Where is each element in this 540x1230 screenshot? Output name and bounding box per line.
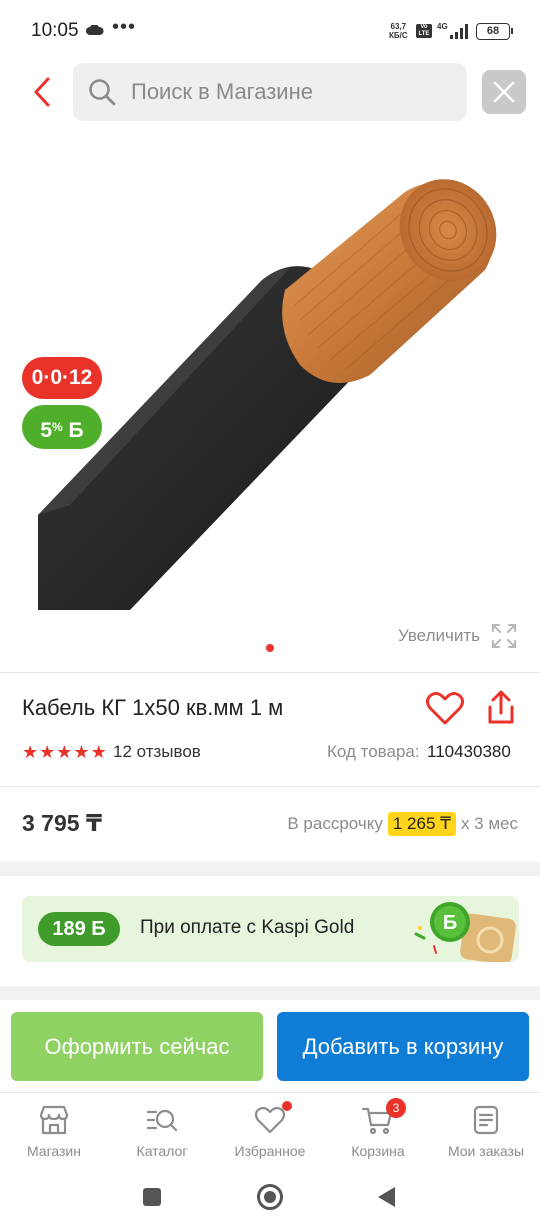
nav-label-cart: Корзина — [351, 1143, 405, 1159]
close-button[interactable] — [482, 70, 526, 114]
zoom-label: Увеличить — [398, 626, 480, 645]
section-divider — [0, 986, 540, 1000]
section-divider — [0, 862, 540, 876]
installment-badge: 0·0·12 — [22, 357, 102, 399]
status-bar: 10:05 ••• 63,7 КБ/С Vo LTE 4G 68 — [0, 0, 540, 62]
system-navigation-bar — [0, 1172, 540, 1230]
product-price: 3 795 ₸ — [22, 810, 102, 836]
nav-item-shop[interactable]: Магазин — [0, 1093, 108, 1172]
star-icon: ★ — [56, 742, 73, 762]
share-icon — [488, 690, 514, 724]
cart-count-badge: 3 — [386, 1098, 406, 1118]
sku-label: Код товара: — [327, 742, 420, 761]
battery-icon: 68 — [476, 23, 513, 40]
buy-now-button[interactable]: Оформить сейчас — [11, 1012, 263, 1081]
installment-suffix: х 3 мес — [460, 814, 518, 833]
bonus-badge-value: 5 — [40, 419, 53, 442]
product-title: Кабель КГ 1х50 кв.мм 1 м — [22, 695, 284, 720]
cloud-icon — [86, 25, 104, 35]
expand-icon — [492, 624, 516, 648]
bottom-navigation: Магазин Каталог Избранное 3 Корзина Мои … — [0, 1092, 540, 1172]
network-type: 4G — [437, 22, 448, 31]
star-icon: ★ — [73, 742, 90, 762]
nav-item-catalog[interactable]: Каталог — [108, 1093, 216, 1172]
catalog-icon — [146, 1109, 178, 1132]
rating-stars: ★ ★ ★ ★ ★ — [22, 741, 107, 763]
back-button[interactable] — [22, 70, 62, 114]
nav-item-orders[interactable]: Мои заказы — [432, 1093, 540, 1172]
nav-label-shop: Магазин — [26, 1143, 81, 1159]
network-speed-value: 63,7 — [390, 22, 407, 31]
notification-dot — [282, 1101, 292, 1111]
favorite-button[interactable] — [424, 688, 466, 730]
status-time: 10:05 — [31, 20, 79, 41]
orders-icon — [473, 1105, 499, 1135]
close-icon — [493, 81, 515, 103]
signal-icon — [450, 24, 468, 39]
bonus-badge: 5% Б — [22, 405, 102, 449]
sku-value: 110430380 — [427, 742, 511, 761]
recent-apps-icon[interactable] — [143, 1188, 161, 1206]
heart-outline-icon — [426, 692, 464, 725]
star-icon: ★ — [90, 742, 107, 762]
share-button[interactable] — [482, 688, 520, 728]
kaspi-gold-art-letter: Б — [443, 912, 457, 934]
image-pager-dot — [266, 644, 274, 652]
nav-label-favorites: Избранное — [234, 1143, 306, 1159]
nav-item-favorites[interactable]: Избранное — [216, 1093, 324, 1172]
more-notifications-icon: ••• — [112, 16, 137, 38]
kaspi-gold-illustration: Б — [414, 902, 516, 962]
installment-info: В рассрочку 1 265 ₸ х 3 мес — [287, 812, 518, 836]
search-bar[interactable] — [73, 63, 467, 121]
star-icon: ★ — [39, 742, 56, 762]
reviews-link[interactable]: 12 отзывов — [113, 742, 201, 762]
star-icon: ★ — [22, 742, 39, 762]
divider — [0, 786, 540, 787]
nav-item-cart[interactable]: 3 Корзина — [324, 1093, 432, 1172]
shop-icon — [39, 1105, 69, 1135]
installment-amount: 1 265 ₸ — [387, 812, 456, 836]
installment-prefix: В рассрочку — [287, 814, 383, 833]
kaspi-gold-banner[interactable]: 189 Б При оплате с Kaspi Gold Б — [22, 896, 519, 962]
bonus-badge-currency: Б — [68, 419, 84, 442]
divider — [0, 672, 540, 673]
bonus-chip: 189 Б — [38, 912, 120, 946]
network-speed: 63,7 КБ/С — [389, 22, 408, 40]
search-input[interactable] — [131, 63, 451, 121]
bonus-badge-percent: % — [52, 420, 63, 434]
back-triangle-icon[interactable] — [378, 1187, 395, 1207]
volte-icon: Vo LTE — [416, 24, 432, 38]
add-to-cart-button[interactable]: Добавить в корзину — [277, 1012, 529, 1081]
network-speed-unit: КБ/С — [389, 31, 408, 40]
home-icon[interactable] — [257, 1184, 283, 1210]
zoom-button[interactable]: Увеличить — [398, 622, 518, 650]
kaspi-gold-text: При оплате с Kaspi Gold — [140, 917, 355, 938]
nav-label-catalog: Каталог — [136, 1143, 188, 1159]
nav-label-orders: Мои заказы — [447, 1143, 525, 1159]
chevron-left-icon — [34, 77, 50, 107]
search-icon — [89, 79, 116, 106]
